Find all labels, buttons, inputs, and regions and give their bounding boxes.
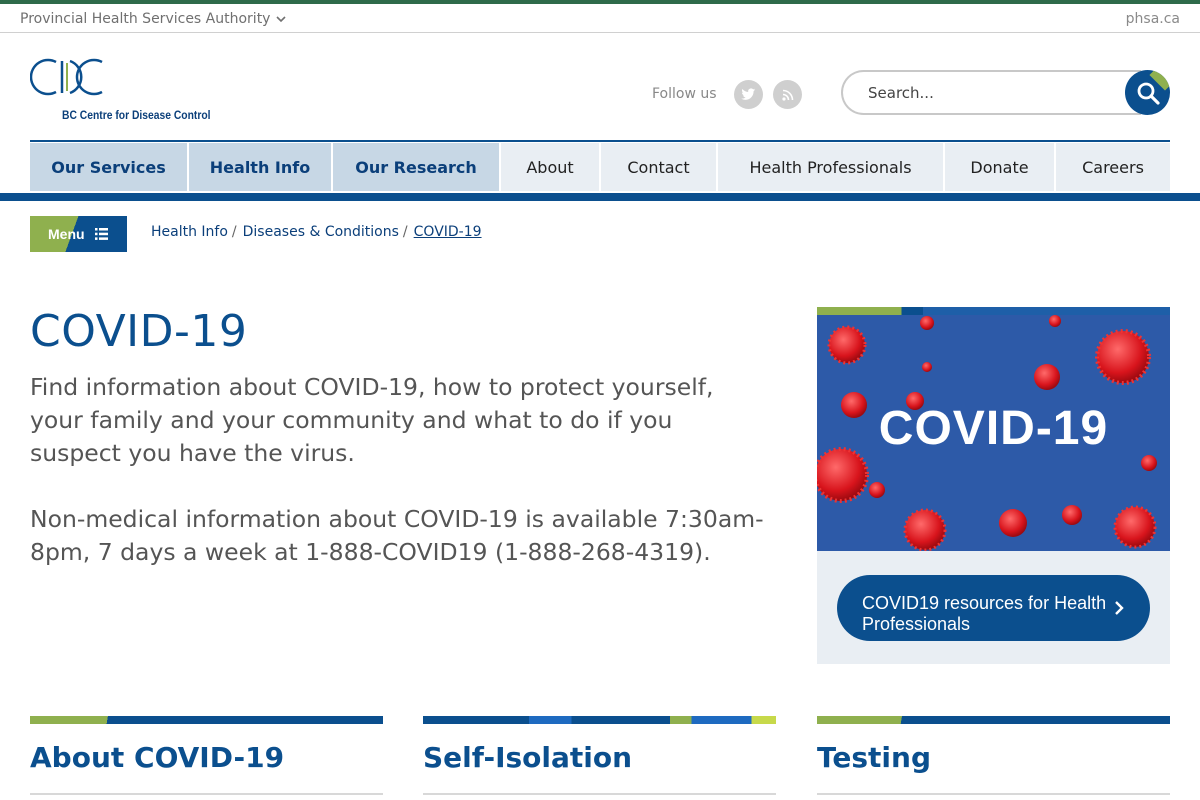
- card-divider: [817, 793, 1170, 795]
- breadcrumb-health-info[interactable]: Health Info: [151, 224, 228, 240]
- nav-bottom-band: [0, 193, 1200, 201]
- nav-our-research[interactable]: Our Research: [333, 143, 499, 191]
- promo-stripe: [817, 307, 1170, 315]
- top-bar: Provincial Health Services Authority phs…: [0, 4, 1200, 33]
- org-label: Provincial Health Services Authority: [20, 11, 271, 27]
- info-line-paragraph: Non-medical information about COVID-19 i…: [30, 505, 764, 566]
- rss-icon[interactable]: [773, 80, 802, 109]
- hamburger-icon: [94, 228, 108, 240]
- card-accent-bar: [30, 716, 383, 724]
- nav-our-services[interactable]: Our Services: [30, 143, 187, 191]
- main-nav: Our Services Health Info Our Research Ab…: [30, 143, 1170, 191]
- card-about-covid[interactable]: About COVID-19: [30, 716, 383, 800]
- nav-donate[interactable]: Donate: [945, 143, 1054, 191]
- breadcrumb-separator: /: [231, 224, 237, 240]
- card-accent-bar: [423, 716, 776, 724]
- card-accent-bar: [817, 716, 1170, 724]
- bccdc-logo[interactable]: BC Centre for Disease Control: [29, 58, 230, 124]
- card-divider: [30, 793, 383, 795]
- logo-mark: [29, 58, 103, 96]
- card-self-isolation[interactable]: Self-Isolation: [423, 716, 776, 800]
- chevron-right-icon: [1115, 601, 1124, 615]
- search-input[interactable]: [841, 70, 1141, 115]
- intro-paragraph: Find information about COVID-19, how to …: [30, 373, 714, 467]
- covid-banner-image[interactable]: COVID-19: [817, 315, 1170, 551]
- search-icon: [1137, 82, 1160, 105]
- card-divider: [423, 793, 776, 795]
- card-title[interactable]: About COVID-19: [30, 741, 284, 774]
- logo-subtitle: BC Centre for Disease Control: [62, 108, 211, 122]
- card-title[interactable]: Self-Isolation: [423, 741, 632, 774]
- resources-button-label: COVID19 resources for Health Professiona…: [862, 593, 1107, 634]
- nav-health-info[interactable]: Health Info: [189, 143, 331, 191]
- side-promo: COVID-19 COVID19 resources for Health Pr…: [817, 307, 1170, 664]
- breadcrumb-current[interactable]: COVID-19: [414, 224, 482, 240]
- card-title[interactable]: Testing: [817, 741, 931, 774]
- banner-title: COVID-19: [878, 402, 1109, 455]
- search-button[interactable]: [1125, 70, 1170, 115]
- follow-us-label: Follow us: [652, 86, 717, 102]
- breadcrumb-diseases-conditions[interactable]: Diseases & Conditions: [243, 224, 399, 240]
- page-title: COVID-19: [30, 306, 248, 357]
- nav-top-line: [30, 140, 1170, 142]
- card-testing[interactable]: Testing: [817, 716, 1170, 800]
- menu-label: Menu: [48, 226, 85, 242]
- nav-health-professionals[interactable]: Health Professionals: [718, 143, 943, 191]
- phsa-link[interactable]: phsa.ca: [1126, 11, 1180, 27]
- health-professionals-resources-button[interactable]: COVID19 resources for Health Professiona…: [837, 575, 1150, 641]
- twitter-icon[interactable]: [734, 80, 763, 109]
- chevron-down-icon: [276, 16, 287, 23]
- search-box: [841, 70, 1170, 115]
- nav-careers[interactable]: Careers: [1056, 143, 1170, 191]
- nav-about[interactable]: About: [501, 143, 599, 191]
- breadcrumb-separator: /: [402, 224, 408, 240]
- org-dropdown[interactable]: Provincial Health Services Authority: [20, 11, 287, 27]
- breadcrumb: Health Info / Diseases & Conditions / CO…: [151, 224, 482, 240]
- menu-button[interactable]: Menu: [30, 216, 127, 252]
- nav-contact[interactable]: Contact: [601, 143, 716, 191]
